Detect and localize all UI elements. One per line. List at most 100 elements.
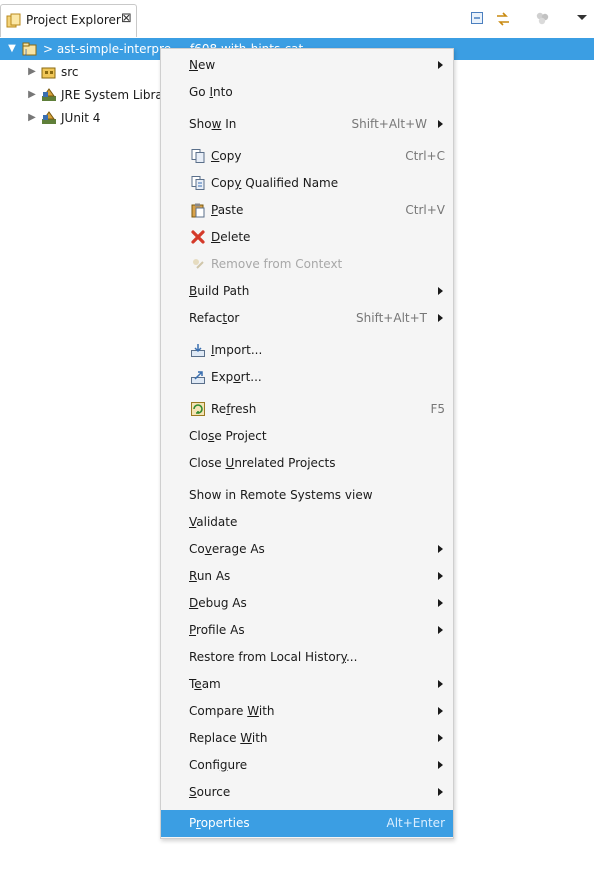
menu-item-label: Compare With <box>189 704 275 718</box>
menu-item-restore-from-local-history[interactable]: Restore from Local History... <box>161 644 453 671</box>
menu-item-import[interactable]: Import... <box>161 337 453 364</box>
refresh-icon <box>190 401 206 417</box>
submenu-arrow-icon <box>438 707 443 715</box>
tree-label: JRE System Library <box>61 88 175 102</box>
focus-icon[interactable] <box>534 10 552 28</box>
menu-item-run-as[interactable]: Run As <box>161 563 453 590</box>
menu-item-profile-as[interactable]: Profile As <box>161 617 453 644</box>
menu-item-label: Profile As <box>189 623 245 637</box>
menu-item-close-unrelated-projects[interactable]: Close Unrelated Projects <box>161 450 453 477</box>
menu-item-shortcut: Ctrl+V <box>405 203 445 217</box>
menu-item-shortcut: Ctrl+C <box>405 149 445 163</box>
menu-item-label: Source <box>189 785 231 799</box>
collapsed-arrow-icon[interactable]: ▶ <box>26 84 38 106</box>
library-icon <box>41 87 57 103</box>
menu-item-label: Debug As <box>189 596 247 610</box>
menu-item-show-in[interactable]: Show In Shift+Alt+W <box>161 111 453 138</box>
menu-item-shortcut: Shift+Alt+T <box>356 311 427 325</box>
menu-item-label: Go Into <box>189 85 233 99</box>
expand-arrow-icon[interactable]: ▼ <box>6 38 18 60</box>
menu-item-configure[interactable]: Configure <box>161 752 453 779</box>
menu-item-label: Build Path <box>189 284 250 298</box>
project-explorer-icon <box>6 13 22 29</box>
tree-label: > ast-simple-interpre <box>43 42 172 56</box>
menu-item-team[interactable]: Team <box>161 671 453 698</box>
submenu-arrow-icon <box>438 734 443 742</box>
menu-item-label: Export... <box>211 370 262 384</box>
delete-icon <box>190 229 206 245</box>
menu-item-label: Delete <box>211 230 251 244</box>
menu-item-debug-as[interactable]: Debug As <box>161 590 453 617</box>
menu-item-label: New <box>189 58 216 72</box>
menu-item-export[interactable]: Export... <box>161 364 453 391</box>
menu-item-copy[interactable]: Copy Ctrl+C <box>161 143 453 170</box>
menu-item-copy-qualified-name[interactable]: Copy Qualified Name <box>161 170 453 197</box>
submenu-arrow-icon <box>438 626 443 634</box>
menu-item-validate[interactable]: Validate <box>161 509 453 536</box>
close-icon[interactable]: ⊠ <box>121 11 132 26</box>
submenu-arrow-icon <box>438 314 443 322</box>
menu-item-source[interactable]: Source <box>161 779 453 806</box>
submenu-arrow-icon <box>438 545 443 553</box>
submenu-arrow-icon <box>438 788 443 796</box>
tab-project-explorer[interactable]: Project Explorer ⊠ <box>0 4 137 37</box>
menu-item-replace-with[interactable]: Replace With <box>161 725 453 752</box>
menu-item-remove-from-context: Remove from Context <box>161 251 453 278</box>
menu-item-label: Restore from Local History... <box>189 650 358 664</box>
menu-item-refresh[interactable]: Refresh F5 <box>161 396 453 423</box>
menu-item-label: Show In <box>189 117 237 131</box>
tab-title: Project Explorer <box>26 13 121 27</box>
menu-item-label: Import... <box>211 343 263 357</box>
menu-item-new[interactable]: New <box>161 52 453 79</box>
menu-item-go-into[interactable]: Go Into <box>161 79 453 106</box>
menu-item-label: Run As <box>189 569 231 583</box>
submenu-arrow-icon <box>438 61 443 69</box>
menu-item-label: Refactor <box>189 311 240 325</box>
submenu-arrow-icon <box>438 761 443 769</box>
copy-qualified-name-icon <box>190 175 206 191</box>
tree-label: JUnit 4 <box>61 111 101 125</box>
submenu-arrow-icon <box>438 599 443 607</box>
library-icon <box>41 110 57 126</box>
menu-item-label: Paste <box>211 203 244 217</box>
menu-item-label: Remove from Context <box>211 257 343 271</box>
submenu-arrow-icon <box>438 120 443 128</box>
menu-item-compare-with[interactable]: Compare With <box>161 698 453 725</box>
view-menu-chevron-icon[interactable] <box>575 10 593 28</box>
menu-item-refactor[interactable]: Refactor Shift+Alt+T <box>161 305 453 332</box>
menu-item-shortcut: Alt+Enter <box>386 816 445 830</box>
menu-item-coverage-as[interactable]: Coverage As <box>161 536 453 563</box>
menu-item-close-project[interactable]: Close Project <box>161 423 453 450</box>
menu-item-label: Close Project <box>189 429 267 443</box>
menu-item-label: Show in Remote Systems view <box>189 488 373 502</box>
menu-item-build-path[interactable]: Build Path <box>161 278 453 305</box>
svg-text:J: J <box>24 48 27 56</box>
remove-from-context-icon <box>190 256 206 272</box>
export-icon <box>190 369 206 385</box>
source-folder-icon <box>41 64 57 80</box>
menu-item-shortcut: Shift+Alt+W <box>351 117 428 131</box>
menu-item-label: Copy <box>211 149 242 163</box>
menu-item-label: Replace With <box>189 731 268 745</box>
menu-item-label: Configure <box>189 758 248 772</box>
paste-icon <box>190 202 206 218</box>
menu-item-label: Coverage As <box>189 542 265 556</box>
java-project-icon: J <box>22 41 38 57</box>
link-with-editor-icon[interactable] <box>494 10 512 28</box>
collapsed-arrow-icon[interactable]: ▶ <box>26 61 38 83</box>
submenu-arrow-icon <box>438 680 443 688</box>
view-tab-bar: Project Explorer ⊠ <box>0 0 594 39</box>
menu-item-label: Properties <box>189 816 250 830</box>
menu-item-label: Copy Qualified Name <box>211 176 339 190</box>
menu-item-delete[interactable]: Delete <box>161 224 453 251</box>
menu-item-show-in-remote-systems-view[interactable]: Show in Remote Systems view <box>161 482 453 509</box>
collapsed-arrow-icon[interactable]: ▶ <box>26 107 38 129</box>
menu-item-label: Close Unrelated Projects <box>189 456 336 470</box>
menu-item-properties[interactable]: Properties Alt+Enter <box>161 810 453 837</box>
menu-item-label: Team <box>189 677 221 691</box>
collapse-all-icon[interactable] <box>469 10 487 28</box>
import-icon <box>190 342 206 358</box>
menu-item-shortcut: F5 <box>430 402 445 416</box>
menu-item-paste[interactable]: Paste Ctrl+V <box>161 197 453 224</box>
copy-icon <box>190 148 206 164</box>
